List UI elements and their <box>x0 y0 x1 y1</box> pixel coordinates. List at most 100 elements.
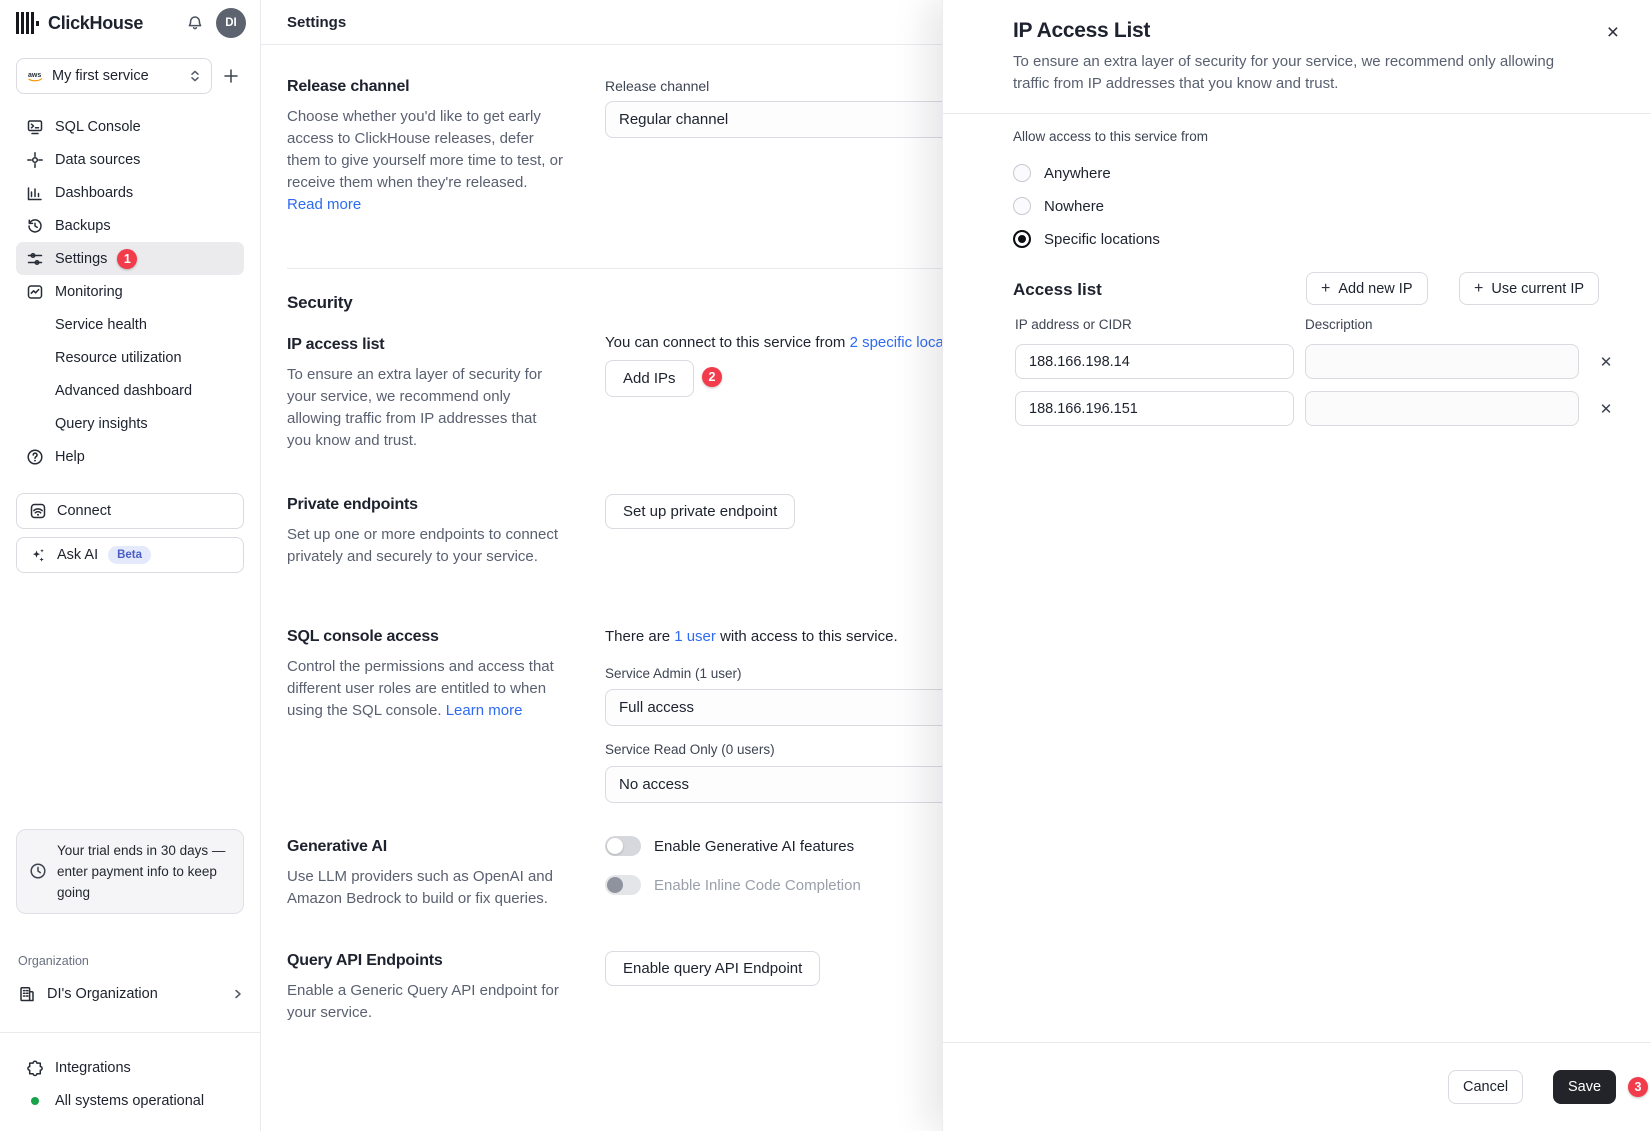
sidebar-item-dashboards[interactable]: Dashboards <box>16 176 244 209</box>
private-endpoints-title: Private endpoints <box>287 496 418 514</box>
panel-description: To ensure an extra layer of security for… <box>1013 51 1558 95</box>
ip-column-label: IP address or CIDR <box>1015 317 1132 332</box>
setup-private-endpoint-button[interactable]: Set up private endpoint <box>605 494 795 529</box>
building-icon <box>18 985 36 1003</box>
annotation-step-badge-2: 2 <box>702 367 722 387</box>
plus-icon: + <box>1474 280 1483 298</box>
add-ips-button[interactable]: Add IPs <box>605 360 694 397</box>
clock-icon <box>29 862 47 880</box>
generative-ai-toggle-row: Enable Generative AI features <box>605 836 854 856</box>
query-api-endpoints-description: Enable a Generic Query API endpoint for … <box>287 980 577 1024</box>
generative-ai-title: Generative AI <box>287 838 387 856</box>
panel-title: IP Access List <box>1013 19 1150 43</box>
organization-selector[interactable]: DI's Organization <box>18 978 244 1010</box>
sidebar-item-resource-utilization[interactable]: Resource utilization <box>16 341 244 374</box>
sql-access-status: There are 1 user with access to this ser… <box>605 628 898 645</box>
service-selector[interactable]: aws My first service <box>16 58 212 94</box>
read-more-link[interactable]: Read more <box>287 196 361 213</box>
page-title: Settings <box>287 14 346 31</box>
connect-icon <box>29 502 47 520</box>
radio-circle-icon <box>1013 197 1031 215</box>
allow-access-label: Allow access to this service from <box>1013 129 1208 144</box>
user-avatar[interactable]: DI <box>216 8 246 38</box>
sidebar-item-integrations[interactable]: Integrations <box>16 1051 244 1084</box>
description-input-row-1[interactable] <box>1305 344 1579 379</box>
enable-query-api-button[interactable]: Enable query API Endpoint <box>605 951 820 986</box>
annotation-step-badge-1: 1 <box>117 249 137 269</box>
settings-sliders-icon <box>26 250 44 268</box>
one-user-link[interactable]: 1 user <box>674 628 716 645</box>
release-channel-field-label: Release channel <box>605 78 709 94</box>
system-status[interactable]: All systems operational <box>16 1084 244 1117</box>
sidebar-nav: SQL Console Data sources Dashboards Back… <box>6 110 254 473</box>
access-list-title: Access list <box>1013 280 1102 300</box>
generative-ai-toggle[interactable] <box>605 836 641 856</box>
data-sources-icon <box>26 151 44 169</box>
service-admin-select[interactable]: Full access <box>605 689 951 726</box>
ip-access-list-panel: IP Access List × To ensure an extra laye… <box>942 0 1651 1131</box>
inline-code-toggle-row: Enable Inline Code Completion <box>605 875 861 895</box>
private-endpoints-description: Set up one or more endpoints to connect … <box>287 524 577 568</box>
organization-label: Organization <box>18 954 244 968</box>
radio-anywhere[interactable]: Anywhere <box>1013 164 1111 182</box>
learn-more-link[interactable]: Learn more <box>446 702 523 719</box>
sidebar-item-monitoring[interactable]: Monitoring <box>16 275 244 308</box>
sidebar: ClickHouse DI aws My first service SQL C… <box>0 0 261 1131</box>
sidebar-divider <box>0 1032 260 1033</box>
app-name: ClickHouse <box>48 13 143 34</box>
add-new-ip-button[interactable]: + Add new IP <box>1306 272 1428 305</box>
sidebar-header: ClickHouse DI <box>0 0 260 46</box>
connect-button[interactable]: Connect <box>16 493 244 529</box>
status-green-dot-icon <box>31 1097 39 1105</box>
ip-input-row-1[interactable] <box>1015 344 1294 379</box>
chevron-right-icon <box>232 988 244 1000</box>
sidebar-item-sql-console[interactable]: SQL Console <box>16 110 244 143</box>
notifications-bell-icon[interactable] <box>186 14 204 32</box>
save-button[interactable]: Save <box>1553 1070 1616 1104</box>
monitoring-icon <box>26 283 44 301</box>
sidebar-item-backups[interactable]: Backups <box>16 209 244 242</box>
sql-console-icon <box>26 118 44 136</box>
help-icon <box>26 448 44 466</box>
chevron-updown-icon <box>189 69 201 83</box>
radio-nowhere[interactable]: Nowhere <box>1013 197 1104 215</box>
description-column-label: Description <box>1305 317 1373 332</box>
query-api-endpoints-title: Query API Endpoints <box>287 952 443 970</box>
release-channel-select[interactable]: Regular channel <box>605 101 951 138</box>
sidebar-item-data-sources[interactable]: Data sources <box>16 143 244 176</box>
sparkles-icon <box>29 546 47 564</box>
generative-ai-description: Use LLM providers such as OpenAI and Ama… <box>287 866 577 910</box>
panel-divider <box>943 113 1651 114</box>
sidebar-item-query-insights[interactable]: Query insights <box>16 407 244 440</box>
radio-circle-icon <box>1013 164 1031 182</box>
ip-access-status: You can connect to this service from 2 s… <box>605 334 975 351</box>
security-section-title: Security <box>287 293 353 313</box>
sidebar-item-advanced-dashboard[interactable]: Advanced dashboard <box>16 374 244 407</box>
ip-access-list-title: IP access list <box>287 336 384 354</box>
ip-input-row-2[interactable] <box>1015 391 1294 426</box>
close-icon[interactable]: × <box>1607 22 1619 43</box>
delete-row-2-icon[interactable]: ✕ <box>1594 397 1618 421</box>
sidebar-item-service-health[interactable]: Service health <box>16 308 244 341</box>
radio-specific-locations[interactable]: Specific locations <box>1013 230 1160 248</box>
add-service-button[interactable] <box>222 64 246 88</box>
radio-checked-icon <box>1013 230 1031 248</box>
aws-icon: aws <box>27 70 44 83</box>
sidebar-item-settings[interactable]: Settings 1 <box>16 242 244 275</box>
sql-console-access-title: SQL console access <box>287 628 439 646</box>
ip-access-list-description: To ensure an extra layer of security for… <box>287 364 559 452</box>
service-readonly-select[interactable]: No access <box>605 766 951 803</box>
description-input-row-2[interactable] <box>1305 391 1579 426</box>
cancel-button[interactable]: Cancel <box>1448 1070 1523 1104</box>
inline-code-completion-toggle[interactable] <box>605 875 641 895</box>
plus-icon: + <box>1321 280 1330 298</box>
ask-ai-button[interactable]: Ask AI Beta <box>16 537 244 573</box>
panel-footer-divider <box>943 1042 1651 1043</box>
backups-icon <box>26 217 44 235</box>
sidebar-item-help[interactable]: Help <box>16 440 244 473</box>
use-current-ip-button[interactable]: + Use current IP <box>1459 272 1599 305</box>
delete-row-1-icon[interactable]: ✕ <box>1594 350 1618 374</box>
service-admin-label: Service Admin (1 user) <box>605 666 742 681</box>
service-readonly-label: Service Read Only (0 users) <box>605 742 775 757</box>
release-channel-description: Choose whether you'd like to get early a… <box>287 106 563 216</box>
